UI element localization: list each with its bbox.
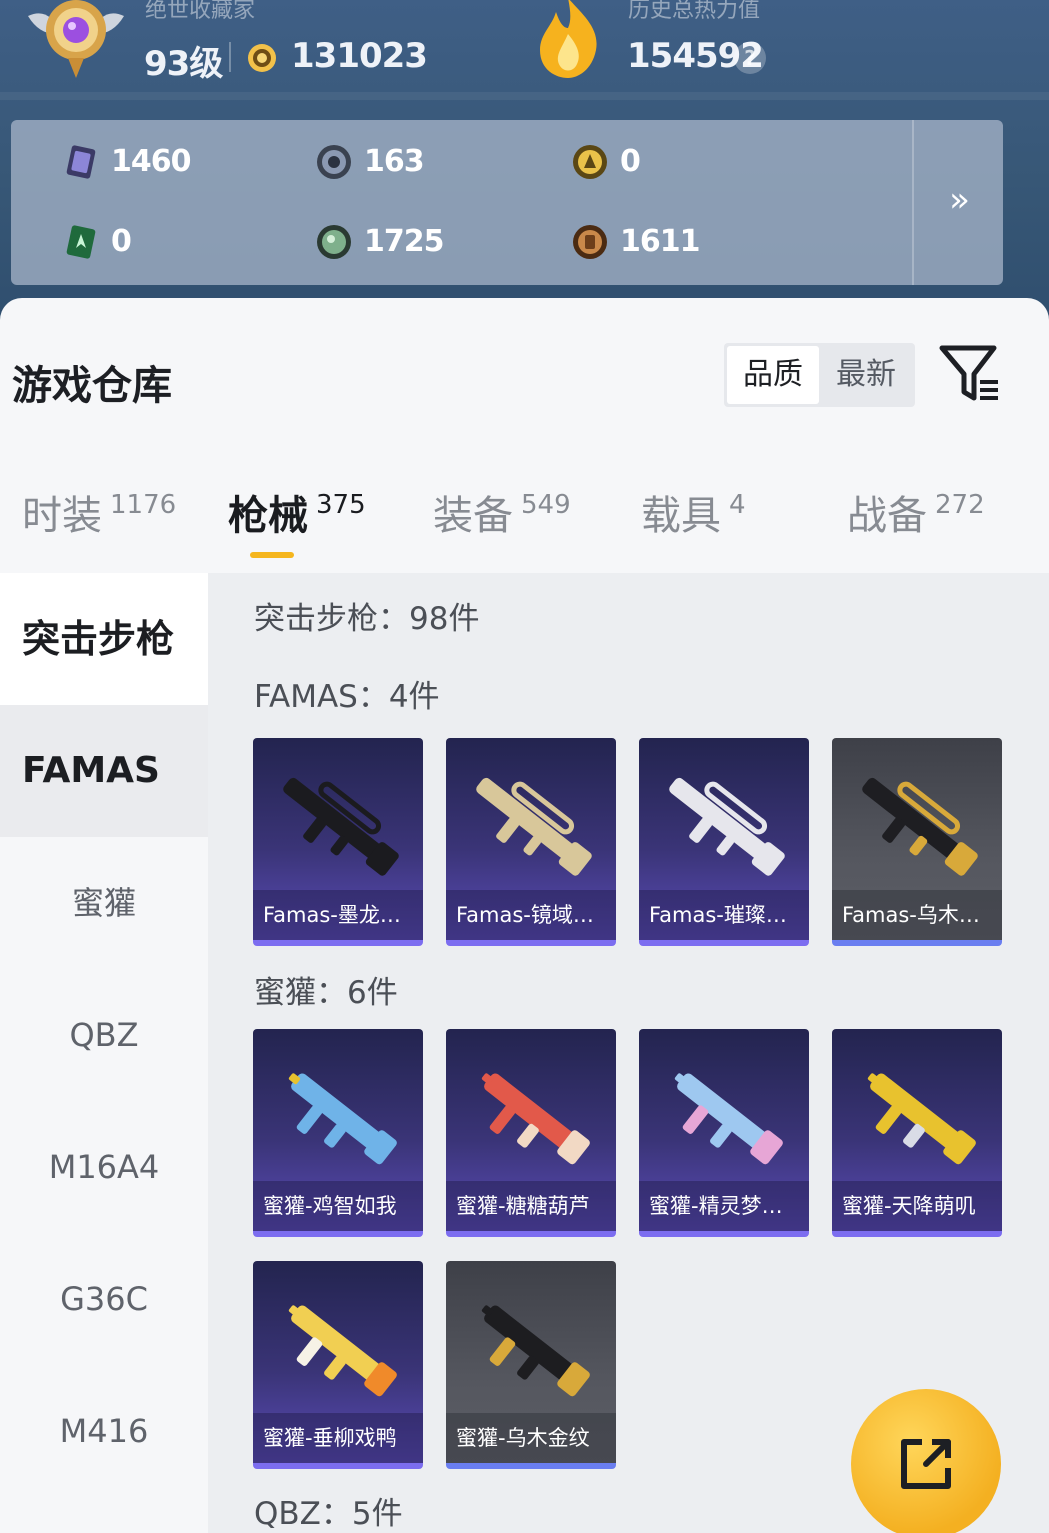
smg-icon: [867, 1073, 976, 1165]
weapon-card[interactable]: 蜜獾-鸡智如我: [253, 1029, 423, 1237]
share-external-icon: [901, 1439, 951, 1489]
weapon-name: 蜜獾-垂柳戏鸭: [253, 1413, 423, 1463]
weapon-card[interactable]: 蜜獾-垂柳戏鸭: [253, 1261, 423, 1469]
weapon-name: Famas-乌木…: [832, 890, 1002, 940]
weapon-name: 蜜獾-精灵梦…: [639, 1181, 809, 1231]
stat-value: 0: [111, 224, 132, 259]
stat-value: 1460: [111, 144, 191, 179]
smg-icon: [288, 1073, 397, 1165]
weapon-sidebar: 突击步枪 FAMAS 蜜獾 QBZ M16A4 G36C M416: [0, 573, 208, 1533]
category-tabs: 时装 1176 枪械 375 装备 549 载具 4 战备 272: [0, 483, 1049, 563]
smg-icon: [674, 1073, 783, 1165]
weapon-card[interactable]: 蜜獾-乌木金纹: [446, 1261, 616, 1469]
collector-badge-icon: [28, 0, 124, 78]
card-icon: [66, 145, 96, 179]
weapon-card[interactable]: 蜜獾-糖糖葫芦: [446, 1029, 616, 1237]
level-title: 绝世收藏家: [145, 0, 256, 23]
page-title: 游戏仓库: [12, 363, 172, 409]
rifle-icon: [283, 777, 399, 876]
weapon-name: Famas-墨龙…: [253, 890, 423, 940]
sidebar-item-qbz[interactable]: QBZ: [0, 969, 208, 1101]
rifle-icon: [476, 777, 592, 876]
tab-label: 载具: [641, 493, 721, 539]
sort-by-quality-button[interactable]: 品质: [727, 346, 819, 404]
tab-label: 枪械: [228, 493, 308, 539]
category-count: 突击步枪：98件: [254, 601, 480, 637]
heat-title: 历史总热力值: [628, 0, 761, 23]
sort-by-newest-button[interactable]: 最新: [820, 346, 912, 404]
flame-icon: [540, 0, 597, 78]
sidebar-item-honey-badger[interactable]: 蜜獾: [0, 837, 208, 969]
weapon-card[interactable]: Famas-璀璨…: [639, 738, 809, 946]
coin-balance: 131023: [291, 36, 428, 76]
sidebar-category-assault-rifle[interactable]: 突击步枪: [0, 573, 208, 705]
weapon-name: Famas-镜域…: [446, 890, 616, 940]
active-tab-indicator: [250, 552, 294, 558]
sort-toggle: 品质 最新: [724, 343, 915, 407]
weapon-card[interactable]: 蜜獾-天降萌叽: [832, 1029, 1002, 1237]
green-card-icon: [66, 225, 96, 259]
group-title: QBZ：5件: [254, 1496, 403, 1532]
bronze-coin-icon: [573, 225, 607, 259]
divider: [912, 120, 914, 285]
currency-panel: 1460 163 0 0 1725 1611 »: [11, 120, 1003, 285]
tab-count: 4: [729, 490, 746, 520]
tab-firearms[interactable]: 枪械 375: [228, 483, 366, 563]
tab-label: 装备: [433, 493, 513, 539]
sidebar-item-g36c[interactable]: G36C: [0, 1233, 208, 1365]
stat-value: 1725: [364, 224, 444, 259]
weapon-name: 蜜獾-鸡智如我: [253, 1181, 423, 1231]
expand-stats-button[interactable]: »: [916, 120, 1003, 285]
weapon-card[interactable]: Famas-乌木…: [832, 738, 1002, 946]
filter-icon[interactable]: [938, 344, 1002, 402]
tab-count: 1176: [110, 490, 177, 520]
rifle-icon: [862, 777, 978, 876]
tab-fashion[interactable]: 时装 1176: [22, 483, 176, 563]
tab-count: 272: [935, 490, 985, 520]
gold-coin-icon: [573, 145, 607, 179]
tab-supplies[interactable]: 战备 272: [847, 483, 985, 563]
sidebar-item-famas[interactable]: FAMAS: [0, 705, 208, 837]
group-title: 蜜獾：6件: [254, 975, 398, 1011]
weapon-name: 蜜獾-乌木金纹: [446, 1413, 616, 1463]
divider: [229, 42, 231, 72]
tab-vehicles[interactable]: 载具 4: [641, 483, 746, 563]
weapon-card[interactable]: Famas-墨龙…: [253, 738, 423, 946]
weapon-name: 蜜獾-天降萌叽: [832, 1181, 1002, 1231]
stat-value: 1611: [620, 224, 700, 259]
weapon-name: 蜜獾-糖糖葫芦: [446, 1181, 616, 1231]
player-level: 93级: [144, 44, 223, 84]
silver-coin-icon: [317, 145, 351, 179]
sidebar-item-m416[interactable]: M416: [0, 1365, 208, 1497]
weapon-card[interactable]: Famas-镜域…: [446, 738, 616, 946]
weapon-name: Famas-璀璨…: [639, 890, 809, 940]
profile-header: 绝世收藏家 93级 131023 历史总热力值 154592 ? 1460 16…: [0, 0, 1049, 330]
group-title: FAMAS：4件: [254, 679, 440, 715]
smg-icon: [288, 1305, 397, 1397]
medal-coin-icon: [248, 44, 276, 72]
help-icon[interactable]: ?: [734, 42, 766, 74]
rifle-icon: [669, 777, 785, 876]
weapon-card[interactable]: 蜜獾-精灵梦…: [639, 1029, 809, 1237]
tab-count: 375: [316, 490, 366, 520]
stat-value: 0: [620, 144, 641, 179]
smg-icon: [481, 1305, 590, 1397]
smg-icon: [481, 1073, 590, 1165]
tab-equipment[interactable]: 装备 549: [433, 483, 571, 563]
tab-label: 时装: [22, 493, 102, 539]
tab-count: 549: [521, 490, 571, 520]
sidebar-item-m16a4[interactable]: M16A4: [0, 1101, 208, 1233]
share-button[interactable]: [851, 1389, 1001, 1533]
tab-label: 战备: [847, 493, 927, 539]
jade-coin-icon: [317, 225, 351, 259]
stat-value: 163: [364, 144, 425, 179]
warehouse-panel: 游戏仓库 品质 最新 时装 1176 枪械 375 装备 549 载具 4 战备 272 …: [0, 298, 1049, 1533]
